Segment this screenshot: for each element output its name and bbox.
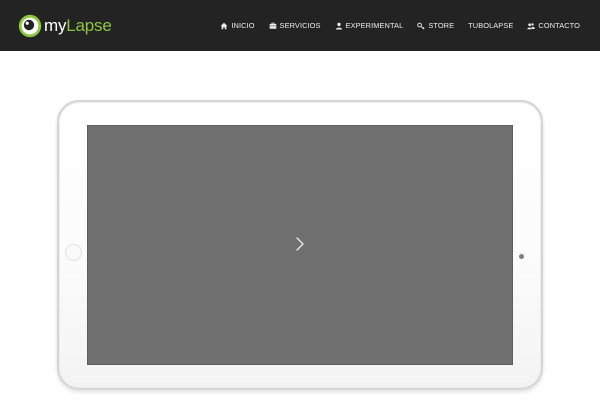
nav-item-experimental[interactable]: EXPERIMENTAL bbox=[335, 21, 404, 30]
nav-label-store: STORE bbox=[428, 21, 455, 30]
nav-label-tubolapse: TUBOLAPSE bbox=[468, 21, 514, 30]
nav-label-contacto: CONTACTO bbox=[538, 21, 580, 30]
nav-item-servicios[interactable]: SERVICIOS bbox=[269, 21, 321, 30]
home-icon bbox=[220, 22, 228, 29]
top-navbar: myLapse INICIO SERVICIOS EXPERIMENTAL ST… bbox=[0, 0, 600, 51]
nav-label-inicio: INICIO bbox=[231, 21, 255, 30]
users-icon bbox=[527, 22, 536, 29]
nav-item-contacto[interactable]: CONTACTO bbox=[527, 21, 580, 30]
briefcase-icon bbox=[269, 22, 276, 29]
brand-name: myLapse bbox=[44, 14, 112, 38]
nav-item-inicio[interactable]: INICIO bbox=[220, 21, 254, 30]
tablet-camera bbox=[519, 254, 524, 259]
eye-logo-icon bbox=[18, 14, 42, 38]
user-icon bbox=[335, 22, 342, 30]
nav-item-tubolapse[interactable]: TUBOLAPSE bbox=[468, 21, 513, 30]
slider-screen bbox=[87, 125, 513, 365]
tablet-home-button bbox=[65, 244, 82, 261]
brand-name-my: my bbox=[44, 16, 67, 35]
main-nav: INICIO SERVICIOS EXPERIMENTAL STORE TUBO… bbox=[220, 0, 580, 51]
key-icon bbox=[417, 22, 425, 30]
nav-item-store[interactable]: STORE bbox=[417, 21, 454, 30]
nav-label-servicios: SERVICIOS bbox=[279, 21, 321, 30]
nav-label-experimental: EXPERIMENTAL bbox=[345, 21, 404, 30]
brand-logo[interactable]: myLapse bbox=[18, 14, 112, 38]
brand-name-lapse: Lapse bbox=[66, 16, 112, 35]
tablet-mockup bbox=[57, 100, 543, 390]
chevron-right-icon[interactable] bbox=[294, 236, 306, 252]
